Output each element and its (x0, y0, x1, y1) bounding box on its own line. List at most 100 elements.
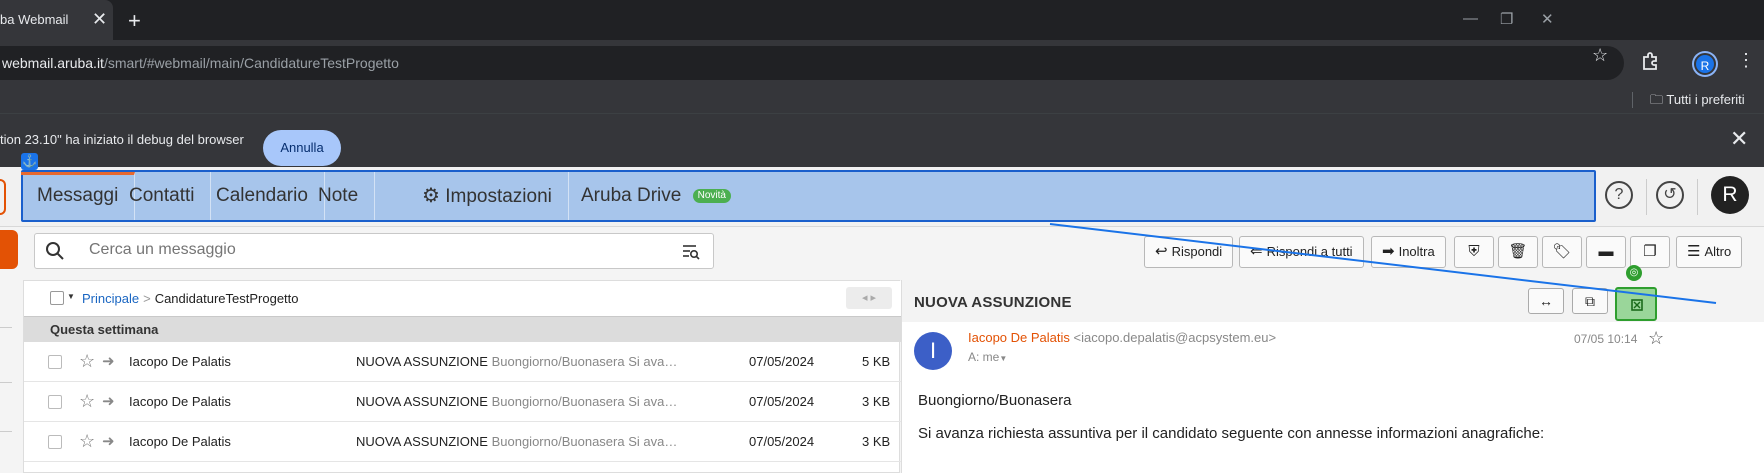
search-input[interactable] (89, 241, 649, 259)
bookmark-star-icon[interactable]: ☆ (1592, 45, 1608, 66)
help-icon[interactable]: ? (1605, 181, 1633, 209)
nav-note[interactable]: Note (302, 172, 376, 220)
message-row[interactable]: ☆ ➜ Iacopo De Palatis NUOVA ASSUNZIONE B… (24, 342, 901, 382)
debug-infobar: tion 23.10" ha iniziato il debug del bro… (0, 113, 1764, 167)
copy-button[interactable]: ❐ (1630, 236, 1670, 268)
message-date: 07/05 10:14 (1574, 332, 1638, 346)
body-paragraph: Buongiorno/Buonasera (918, 392, 1072, 409)
row-checkbox[interactable] (48, 395, 62, 409)
browser-menu-icon[interactable]: ⋮ (1737, 51, 1755, 69)
reply-icon: ↩ (1155, 243, 1168, 260)
row-preview: Buongiorno/Buonasera Si ava… (491, 434, 678, 449)
infobar-close-icon[interactable]: ✕ (1730, 126, 1748, 152)
nav-contatti[interactable]: Contatti (113, 172, 212, 220)
open-window-button[interactable]: ⧉ (1572, 288, 1608, 314)
bookmarks-divider (1632, 92, 1633, 108)
row-preview: Buongiorno/Buonasera Si ava… (491, 394, 678, 409)
sender-avatar: I (914, 332, 952, 370)
delete-button[interactable]: 🗑 (1498, 236, 1538, 268)
minimize-icon[interactable]: — (1463, 10, 1478, 27)
brand-logo[interactable] (0, 179, 6, 215)
reply-all-label: Rispondi a tutti (1266, 244, 1353, 259)
row-size: 3 KB (862, 394, 891, 409)
nav-label: Impostazioni (445, 186, 552, 207)
move-button[interactable]: ▬ (1586, 236, 1626, 268)
reading-header: NUOVA ASSUNZIONE ↔ ⧉ ◎ (902, 265, 1764, 322)
main-nav: ⚓ Messaggi Contatti Calendario Note ⚙ Im… (0, 153, 1764, 227)
forward-button[interactable]: ➡ Inoltra (1371, 236, 1446, 268)
star-icon[interactable]: ☆ (79, 351, 95, 372)
nav-divider (1646, 179, 1647, 215)
spam-shield-button[interactable]: ⛨ (1454, 236, 1494, 268)
nav-aruba-drive[interactable]: Aruba Drive Novità (565, 172, 747, 220)
new-badge: Novità (692, 188, 731, 203)
url-host: webmail.aruba.it (2, 55, 104, 71)
star-icon[interactable]: ☆ (79, 431, 95, 452)
select-dropdown-icon[interactable]: ▼ (67, 292, 75, 301)
message-row[interactable]: ☆ ➜ Iacopo De Palatis NUOVA ASSUNZIONE B… (24, 382, 901, 422)
row-subject: NUOVA ASSUNZIONE Buongiorno/Buonasera Si… (356, 434, 726, 449)
pager[interactable]: ◂ ▸ (846, 287, 892, 309)
address-bar: webmail.aruba.it/smart/#webmail/main/Can… (0, 40, 1764, 87)
message-list: ▼ Principale > CandidatureTestProgetto ◂ ▸… (23, 280, 901, 473)
list-header: ▼ Principale > CandidatureTestProgetto ◂ ▸ (24, 281, 901, 316)
nav-divider (1697, 179, 1698, 215)
more-button[interactable]: ☰ Altro (1676, 236, 1743, 268)
rail-divider (0, 327, 12, 328)
history-icon[interactable]: ↺ (1656, 181, 1684, 209)
rail-divider (0, 431, 12, 432)
compose-tab[interactable] (0, 230, 18, 269)
tab-close-icon[interactable]: ✕ (92, 10, 107, 28)
chevron-down-icon: ▼ (999, 354, 1008, 363)
restore-icon[interactable]: ❐ (1500, 10, 1513, 28)
tag-button[interactable]: 🏷 (1542, 236, 1582, 268)
target-marker-icon: ◎ (1626, 265, 1642, 281)
reply-all-icon: ⇐ (1250, 243, 1263, 260)
profile-avatar[interactable]: R (1694, 53, 1716, 75)
all-bookmarks-folder[interactable]: 🗀 Tutti i preferiti (1650, 90, 1745, 110)
breadcrumb: Principale > CandidatureTestProgetto (82, 291, 299, 306)
nav-impostazioni[interactable]: ⚙ Impostazioni (406, 172, 569, 220)
window-close-icon[interactable]: ✕ (1541, 10, 1554, 28)
forwarded-icon: ➜ (102, 393, 115, 410)
star-icon[interactable]: ☆ (1648, 328, 1664, 349)
forward-icon: ➡ (1382, 243, 1395, 260)
gear-icon: ⚙ (422, 185, 440, 207)
select-all-checkbox[interactable] (50, 291, 64, 305)
extensions-icon[interactable] (1640, 51, 1660, 71)
star-icon[interactable]: ☆ (79, 391, 95, 412)
row-checkbox[interactable] (48, 435, 62, 449)
subject-text: NUOVA ASSUNZIONE (356, 434, 488, 449)
row-subject: NUOVA ASSUNZIONE Buongiorno/Buonasera Si… (356, 354, 726, 369)
breadcrumb-separator: > (143, 291, 151, 306)
message-row[interactable]: ☆ ➜ Iacopo De Palatis NUOVA ASSUNZIONE B… (24, 422, 901, 462)
tag-icon: 🏷 (1552, 243, 1572, 260)
rail-divider (0, 382, 12, 383)
recipient-text: A: me (968, 350, 1000, 364)
user-avatar[interactable]: R (1711, 176, 1749, 214)
recipient-line[interactable]: A: me▼ (968, 350, 1007, 364)
browser-tab[interactable]: ba Webmail ✕ (0, 0, 113, 40)
message-title: NUOVA ASSUNZIONE (914, 294, 1072, 311)
search-icon[interactable] (45, 241, 65, 261)
breadcrumb-root[interactable]: Principale (82, 291, 139, 306)
forwarded-icon: ➜ (102, 433, 115, 450)
breadcrumb-folder: CandidatureTestProgetto (154, 291, 299, 306)
expand-width-button[interactable]: ↔ (1528, 288, 1564, 314)
reply-all-button[interactable]: ⇐ Rispondi a tutti (1239, 236, 1364, 268)
row-size: 5 KB (862, 354, 891, 369)
search-box (34, 233, 714, 269)
url-field[interactable]: webmail.aruba.it/smart/#webmail/main/Can… (0, 46, 1624, 80)
sender-name[interactable]: Iacopo De Palatis (968, 330, 1070, 345)
highlighted-action-button[interactable] (1615, 287, 1657, 321)
folder-icon: ▬ (1598, 243, 1614, 260)
new-tab-icon[interactable]: + (128, 8, 141, 34)
row-date: 07/05/2024 (749, 434, 815, 449)
cancel-debug-button[interactable]: Annulla (263, 130, 341, 166)
tab-title: ba Webmail (0, 12, 69, 27)
reply-button[interactable]: ↩ Rispondi (1144, 236, 1234, 268)
menu-icon: ☰ (1687, 243, 1701, 260)
forward-label: Inoltra (1398, 244, 1435, 259)
row-checkbox[interactable] (48, 355, 62, 369)
advanced-search-icon[interactable] (682, 243, 700, 261)
